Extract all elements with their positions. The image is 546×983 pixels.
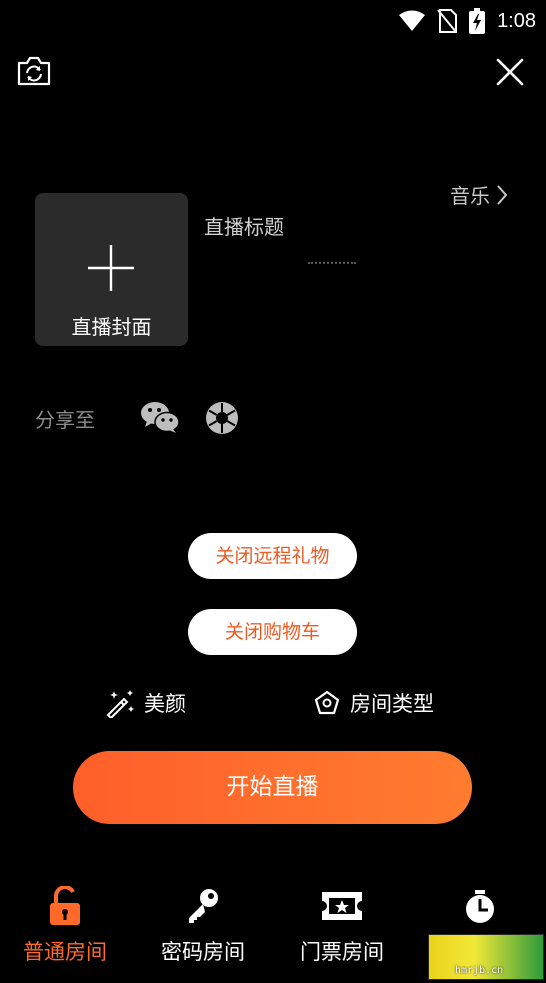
watermark-text: hmrjb.cn <box>455 965 504 976</box>
wifi-icon <box>399 10 426 31</box>
tab-label: 普通房间 <box>23 940 107 964</box>
tab-normal-room[interactable]: 普通房间 <box>5 880 125 966</box>
tab-timed-room[interactable] <box>420 880 540 936</box>
ticket-icon <box>322 892 362 920</box>
status-time: 1:08 <box>497 9 536 32</box>
pentagon-icon <box>314 690 340 715</box>
timer-icon <box>466 890 494 923</box>
no-sim-icon <box>437 9 458 33</box>
battery-charging-icon <box>469 8 486 34</box>
title-cursor <box>308 262 356 264</box>
close-shopping-cart-button[interactable]: 关闭购物车 <box>188 609 357 655</box>
share-label: 分享至 <box>35 408 95 432</box>
music-label: 音乐 <box>450 184 490 208</box>
close-remote-gift-button[interactable]: 关闭远程礼物 <box>188 533 357 579</box>
room-type-label: 房间类型 <box>350 692 434 716</box>
tab-ticket-room[interactable]: 门票房间 <box>282 880 402 966</box>
room-type-button[interactable]: 房间类型 <box>314 688 434 718</box>
tab-label: 门票房间 <box>300 940 384 964</box>
beauty-label: 美颜 <box>144 692 186 716</box>
tab-label: 密码房间 <box>161 940 245 964</box>
unlock-icon <box>50 886 80 925</box>
close-icon[interactable] <box>496 58 524 86</box>
wechat-icon[interactable] <box>140 400 180 434</box>
cover-picker[interactable]: 直播封面 <box>35 193 188 346</box>
status-bar: 1:08 <box>0 0 546 42</box>
cover-label: 直播封面 <box>71 315 152 339</box>
magic-wand-icon <box>106 690 134 718</box>
start-live-button[interactable]: 开始直播 <box>73 751 472 824</box>
music-button[interactable]: 音乐 <box>450 180 508 209</box>
moments-icon[interactable] <box>205 401 239 435</box>
beauty-button[interactable]: 美颜 <box>104 688 186 718</box>
watermark-logo: hmrjb.cn <box>428 934 544 980</box>
camera-switch-icon[interactable] <box>16 56 52 86</box>
tab-password-room[interactable]: 密码房间 <box>143 880 263 966</box>
key-icon <box>189 889 218 923</box>
status-icons: 1:08 <box>399 8 536 34</box>
plus-icon <box>88 245 134 291</box>
chevron-right-icon <box>497 184 508 205</box>
live-title-input[interactable]: 直播标题 <box>204 211 284 240</box>
